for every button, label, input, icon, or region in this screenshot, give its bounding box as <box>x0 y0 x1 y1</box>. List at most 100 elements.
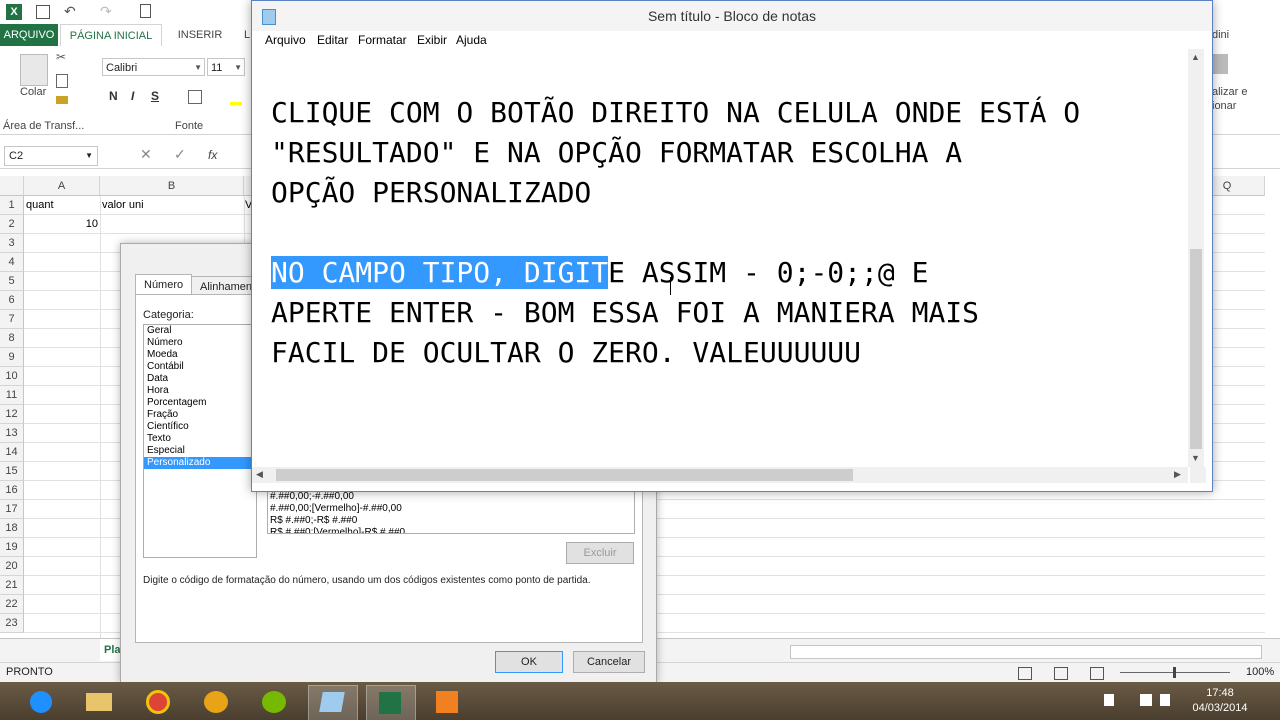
row-header[interactable]: 12 <box>0 405 24 424</box>
row-header[interactable]: 11 <box>0 386 24 405</box>
category-item[interactable]: Científico <box>144 421 256 433</box>
category-item[interactable]: Personalizado <box>144 457 256 469</box>
cancel-icon[interactable]: ✕ <box>140 146 152 163</box>
row-header[interactable]: 8 <box>0 329 24 348</box>
format-painter-icon[interactable] <box>56 96 68 104</box>
tab-pagina-inicial[interactable]: PÁGINA INICIAL <box>60 24 162 48</box>
tab-inserir[interactable]: INSERIR <box>170 24 230 46</box>
row-header[interactable]: 5 <box>0 272 24 291</box>
tab-arquivo[interactable]: ARQUIVO <box>0 24 58 46</box>
row-header[interactable]: 18 <box>0 519 24 538</box>
find-label-2[interactable]: ionar <box>1212 100 1236 112</box>
notepad-taskbar-icon[interactable] <box>308 685 358 721</box>
system-clock[interactable]: 17:48 04/03/2014 <box>1190 686 1250 716</box>
category-item[interactable]: Porcentagem <box>144 397 256 409</box>
row-header[interactable]: 19 <box>0 538 24 557</box>
category-item[interactable]: Moeda <box>144 349 256 361</box>
page-layout-icon[interactable] <box>1054 667 1068 680</box>
tab-partial[interactable]: L <box>244 24 250 46</box>
paste-button-label[interactable]: Colar <box>20 86 46 98</box>
excel-taskbar-icon[interactable] <box>366 685 416 721</box>
select-all-corner[interactable] <box>0 176 24 196</box>
save-icon[interactable] <box>36 5 50 19</box>
cell-b1[interactable]: valor uni <box>102 196 144 215</box>
tray-volume-icon[interactable] <box>1160 694 1170 706</box>
notepad-titlebar[interactable]: Sem título - Bloco de notas <box>252 1 1212 32</box>
menu-ajuda[interactable]: Ajuda <box>456 31 487 49</box>
type-item[interactable]: #.##0,00;[Vermelho]-#.##0,00 <box>268 503 634 515</box>
media-player-icon[interactable] <box>424 685 472 719</box>
redo-icon[interactable]: ↷ <box>100 3 112 20</box>
type-item[interactable]: R$ #.##0;[Vermelho]-R$ #.##0 <box>268 527 634 533</box>
font-size-select[interactable]: 11 ▼ <box>207 58 245 76</box>
row-header[interactable]: 9 <box>0 348 24 367</box>
horizontal-scroll-thumb[interactable] <box>276 469 853 481</box>
category-item[interactable]: Contábil <box>144 361 256 373</box>
ok-button[interactable]: OK <box>495 651 563 673</box>
menu-arquivo[interactable]: Arquivo <box>265 31 306 49</box>
row-header[interactable]: 3 <box>0 234 24 253</box>
row-header[interactable]: 10 <box>0 367 24 386</box>
type-item[interactable]: #.##0,00;-#.##0,00 <box>268 491 634 503</box>
row-header[interactable]: 23 <box>0 614 24 633</box>
row-header[interactable]: 7 <box>0 310 24 329</box>
file-explorer-icon[interactable] <box>76 685 124 719</box>
category-list[interactable]: Geral Número Moeda Contábil Data Hora Porcenta… <box>143 324 257 558</box>
copy-icon[interactable] <box>56 74 68 88</box>
chrome-icon[interactable] <box>134 685 182 719</box>
row-header[interactable]: 13 <box>0 424 24 443</box>
new-file-icon[interactable] <box>140 4 151 18</box>
scroll-right-icon[interactable]: ▶ <box>1174 469 1181 480</box>
tab-numero[interactable]: Número <box>135 274 193 295</box>
vertical-scrollbar[interactable]: ▲ ▼ <box>1188 49 1204 467</box>
vertical-scroll-thumb[interactable] <box>1190 249 1202 449</box>
category-item[interactable]: Data <box>144 373 256 385</box>
borders-icon[interactable] <box>188 90 202 104</box>
row-header[interactable]: 20 <box>0 557 24 576</box>
tray-flag-icon[interactable] <box>1104 694 1114 706</box>
enter-icon[interactable]: ✓ <box>174 146 186 163</box>
zoom-level[interactable]: 100% <box>1246 666 1274 678</box>
row-header[interactable]: 4 <box>0 253 24 272</box>
row-header[interactable]: 2 <box>0 215 24 234</box>
row-header[interactable]: 21 <box>0 576 24 595</box>
horizontal-scrollbar[interactable]: ◀ ▶ <box>252 467 1188 483</box>
menu-formatar[interactable]: Formatar <box>358 31 407 49</box>
category-item[interactable]: Texto <box>144 433 256 445</box>
horizontal-scrollbar[interactable] <box>790 645 1262 659</box>
cut-icon[interactable]: ✂ <box>56 50 66 64</box>
category-item[interactable]: Fração <box>144 409 256 421</box>
menu-exibir[interactable]: Exibir <box>417 31 447 49</box>
normal-view-icon[interactable] <box>1018 667 1032 680</box>
ie-icon[interactable] <box>18 685 66 719</box>
name-box[interactable]: C2 ▼ <box>4 146 98 166</box>
category-item[interactable]: Número <box>144 337 256 349</box>
column-header-a[interactable]: A <box>24 176 100 196</box>
underline-button[interactable]: S <box>151 89 159 103</box>
category-item[interactable]: Geral <box>144 325 256 337</box>
resize-grip-icon[interactable] <box>1190 467 1206 483</box>
type-item[interactable]: R$ #.##0;-R$ #.##0 <box>268 515 634 527</box>
undo-icon[interactable]: ↶ <box>64 3 76 20</box>
cell-a1[interactable]: quant <box>26 196 54 215</box>
excluir-button[interactable]: Excluir <box>566 542 634 564</box>
paste-icon[interactable] <box>20 54 48 86</box>
row-header[interactable]: 14 <box>0 443 24 462</box>
messenger-icon[interactable] <box>192 685 240 719</box>
category-item[interactable]: Especial <box>144 445 256 457</box>
row-header[interactable]: 16 <box>0 481 24 500</box>
scroll-left-icon[interactable]: ◀ <box>256 469 263 480</box>
cell-a2[interactable]: 10 <box>26 215 98 234</box>
scroll-down-icon[interactable]: ▼ <box>1191 453 1200 463</box>
fill-color-icon[interactable] <box>230 90 242 105</box>
insert-function-button[interactable]: fx <box>208 148 217 162</box>
italic-button[interactable]: I <box>131 89 134 103</box>
page-break-icon[interactable] <box>1090 667 1104 680</box>
utorrent-icon[interactable] <box>250 685 298 719</box>
row-header[interactable]: 15 <box>0 462 24 481</box>
tray-network-icon[interactable] <box>1140 694 1152 706</box>
row-header[interactable]: 6 <box>0 291 24 310</box>
menu-editar[interactable]: Editar <box>317 31 348 49</box>
notepad-text-area[interactable]: CLIQUE COM O BOTÃO DIREITO NA CELULA OND… <box>252 49 1188 467</box>
cancelar-button[interactable]: Cancelar <box>573 651 645 673</box>
